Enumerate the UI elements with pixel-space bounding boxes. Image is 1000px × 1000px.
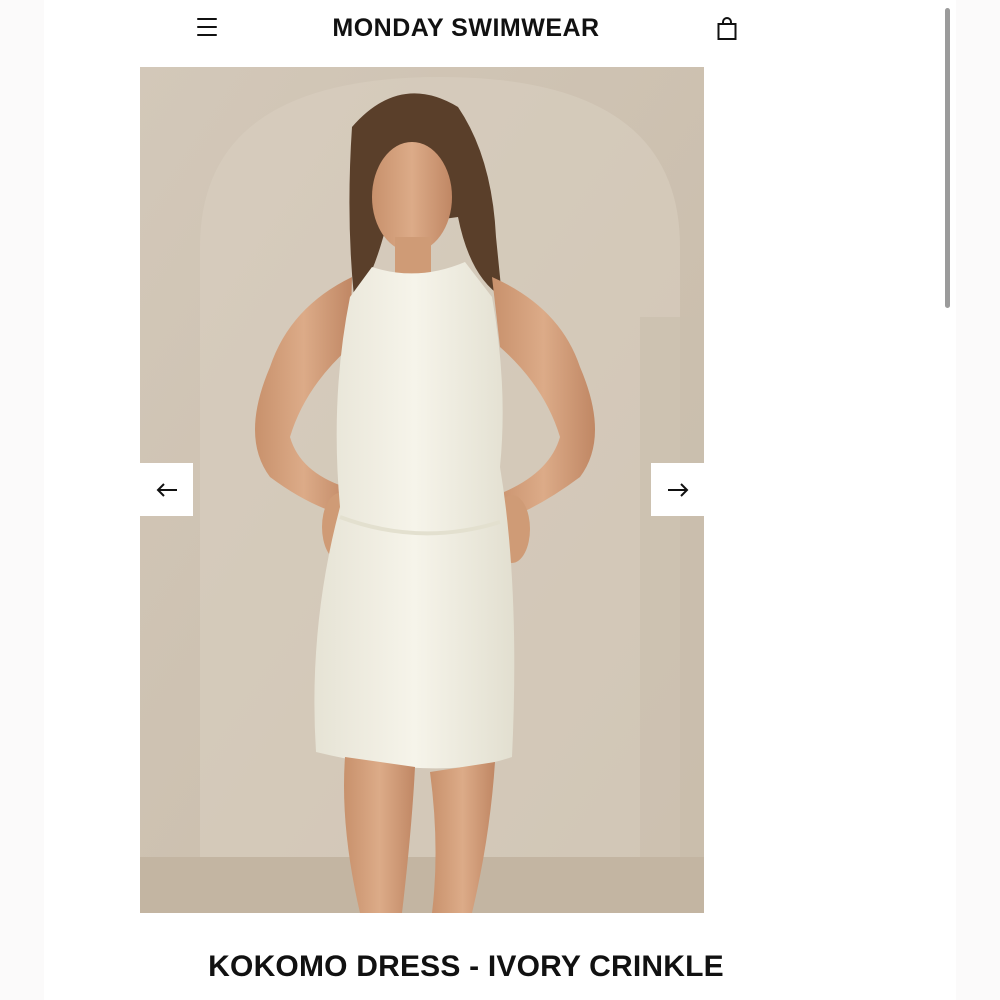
product-image-gallery[interactable] (140, 67, 704, 913)
page-scrollbar[interactable] (945, 8, 950, 308)
site-header: MONDAY SWIMWEAR (184, 0, 748, 62)
gallery-prev-button[interactable] (140, 463, 193, 516)
shopping-bag-icon[interactable] (716, 17, 738, 41)
product-title: KOKOMO DRESS - IVORY CRINKLE (208, 950, 724, 983)
arrow-right-icon (667, 482, 688, 497)
product-photo (140, 67, 704, 913)
arrow-left-icon (156, 482, 177, 497)
brand-logo[interactable]: MONDAY SWIMWEAR (184, 14, 748, 43)
gallery-next-button[interactable] (651, 463, 704, 516)
